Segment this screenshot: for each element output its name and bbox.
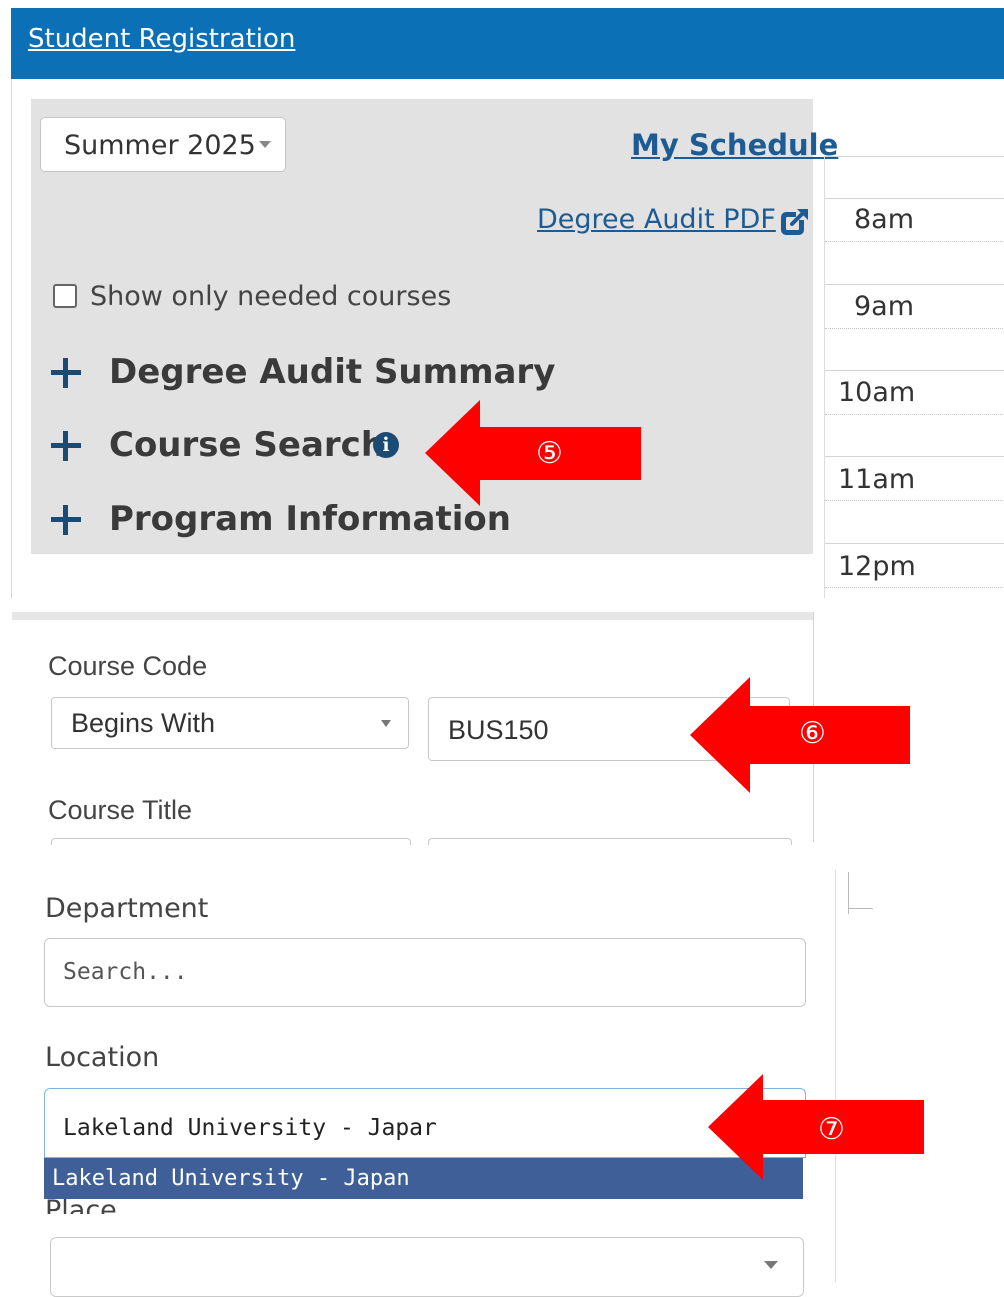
grid-line	[825, 370, 1004, 371]
grid-fragment	[848, 872, 873, 914]
time-label: 10am	[838, 377, 916, 408]
caret-down-icon	[764, 1261, 778, 1269]
course-code-match-select[interactable]: Begins With	[51, 697, 409, 749]
grid-line	[825, 328, 1004, 329]
match-select-value: Begins With	[71, 708, 216, 738]
step-number-5: ⑤	[536, 436, 563, 471]
time-label: 8am	[854, 204, 915, 235]
panel-divider	[12, 612, 814, 620]
student-registration-link[interactable]: Student Registration	[28, 24, 295, 54]
schedule-grid: 8am 9am 10am 11am 12pm	[824, 156, 1004, 598]
location-label: Location	[45, 1042, 160, 1073]
grid-line	[825, 587, 1004, 588]
department-search-input[interactable]: Search...	[44, 938, 806, 1007]
place-select[interactable]	[50, 1237, 804, 1297]
course-title-match-select[interactable]	[51, 838, 411, 845]
course-title-label: Course Title	[48, 795, 193, 825]
plus-icon[interactable]	[51, 358, 81, 388]
grid-line	[825, 156, 1004, 157]
grid-line	[825, 241, 1004, 242]
term-select-value: Summer 2025	[64, 130, 256, 161]
location-input-value: Lakeland University - Japar	[63, 1115, 437, 1141]
page-left-edge	[0, 8, 12, 598]
step-number-7: ⑦	[818, 1112, 845, 1147]
grid-line	[825, 543, 1004, 544]
red-arrow-annotation	[425, 400, 641, 506]
grid-line	[825, 500, 1004, 501]
course-code-value: BUS150	[448, 715, 549, 745]
caret-down-icon	[259, 141, 271, 148]
term-select[interactable]: Summer 2025	[40, 117, 286, 172]
time-label: 12pm	[838, 551, 916, 582]
grid-line	[825, 414, 1004, 415]
show-needed-label: Show only needed courses	[90, 281, 452, 312]
time-label: 11am	[838, 464, 916, 495]
plus-icon[interactable]	[51, 505, 81, 535]
time-label: 9am	[854, 291, 915, 322]
step-number-6: ⑥	[799, 716, 826, 751]
grid-line	[825, 456, 1004, 457]
course-title-input[interactable]	[428, 838, 792, 845]
department-placeholder: Search...	[63, 959, 188, 985]
location-dropdown-option[interactable]: Lakeland University - Japan	[44, 1158, 803, 1199]
department-label: Department	[45, 893, 209, 924]
caret-down-icon	[381, 720, 391, 727]
course-search-toggle[interactable]: Course Search	[109, 425, 385, 465]
grid-line	[825, 284, 1004, 285]
degree-audit-summary-toggle[interactable]: Degree Audit Summary	[109, 352, 555, 392]
course-code-label: Course Code	[48, 651, 208, 681]
show-needed-checkbox[interactable]	[53, 284, 77, 308]
my-schedule-link[interactable]: My Schedule	[631, 128, 838, 162]
location-input[interactable]: Lakeland University - Japar	[44, 1088, 806, 1158]
red-arrow-annotation	[708, 1074, 924, 1180]
plus-icon[interactable]	[51, 431, 81, 461]
info-icon[interactable]: i	[373, 432, 399, 458]
degree-audit-pdf-link[interactable]: Degree Audit PDF	[537, 204, 776, 235]
external-link-icon[interactable]	[779, 207, 809, 237]
grid-line	[825, 198, 1004, 199]
